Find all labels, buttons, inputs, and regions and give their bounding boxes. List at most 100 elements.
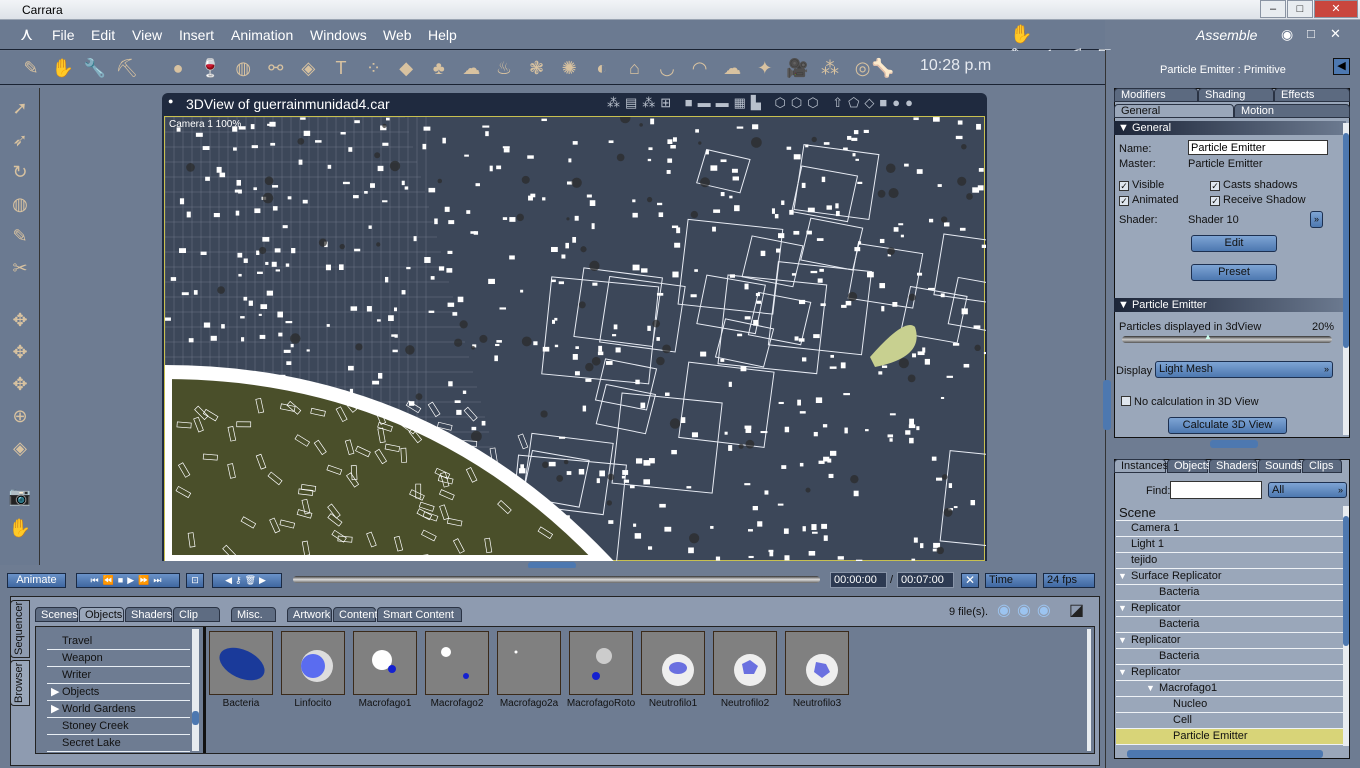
receive-shadow-checkbox[interactable]: ✓ Receive Shadow — [1210, 194, 1306, 206]
tree-item[interactable]: Nucleo — [1116, 697, 1346, 713]
pan-hand-icon[interactable]: ✋ — [6, 518, 34, 544]
tab-effects[interactable]: Effects — [1274, 88, 1350, 102]
terrain-icon[interactable]: ◆ — [393, 56, 419, 80]
grass-icon[interactable]: ✺ — [556, 56, 582, 80]
tree-item[interactable]: ▼ Replicator — [1116, 633, 1346, 649]
animate-button[interactable]: Animate — [7, 573, 66, 588]
keyframe-controls[interactable]: ◀⚷🗑▶ — [212, 573, 282, 588]
hair-icon[interactable]: ◐ — [589, 56, 615, 80]
object-thumbnail[interactable] — [641, 631, 705, 695]
group-icon[interactable]: ⁂ — [817, 56, 843, 80]
close-button[interactable]: ✕ — [1314, 0, 1358, 18]
vertex-object-icon[interactable]: 🍷 — [198, 56, 224, 80]
arrow-tool-icon[interactable]: ➚ — [6, 98, 34, 124]
tab-shaders[interactable]: Shaders — [125, 607, 172, 622]
close-icon[interactable]: ✕ — [1330, 26, 1341, 42]
time-scrubber[interactable] — [293, 576, 820, 583]
menu-view[interactable]: View — [132, 27, 162, 43]
tab-content[interactable]: Content — [333, 607, 378, 622]
name-input[interactable] — [1188, 140, 1328, 155]
atmosphere-icon[interactable]: ☁ — [719, 56, 745, 80]
edit-button[interactable]: Edit — [1191, 235, 1277, 252]
tab-general[interactable]: General — [1114, 104, 1234, 118]
library-scrollbar[interactable] — [192, 629, 199, 751]
casts-shadows-checkbox[interactable]: ✓ Casts shadows — [1210, 179, 1298, 191]
fps-select[interactable]: 24 fps — [1043, 573, 1095, 588]
object-thumbnail[interactable] — [425, 631, 489, 695]
maximize-button[interactable]: □ — [1287, 0, 1313, 18]
tab-browser[interactable]: Browser — [10, 660, 30, 706]
tree-item[interactable]: Particle Emitter — [1116, 729, 1346, 745]
text-icon[interactable]: T — [328, 56, 354, 80]
camera-icon[interactable]: 📷 — [6, 486, 34, 512]
particles-slider[interactable]: ▲ — [1122, 332, 1332, 343]
tab-shading[interactable]: Shading — [1198, 88, 1274, 102]
animated-checkbox[interactable]: ✓ Animated — [1119, 194, 1178, 206]
tab-scenes[interactable]: Scenes — [35, 607, 78, 622]
shader-brush-icon[interactable]: ✂ — [6, 258, 34, 284]
restore-icon[interactable]: □ — [1307, 26, 1315, 41]
menu-windows[interactable]: Windows — [310, 27, 367, 43]
tree-horizontal-scrollbar[interactable] — [1127, 750, 1323, 758]
tab-objects[interactable]: Objects — [1167, 459, 1211, 473]
trackball-icon[interactable]: ⊕ — [6, 406, 34, 432]
menu-file[interactable]: File — [52, 27, 75, 43]
move-yz-icon[interactable]: ✥ — [6, 374, 34, 400]
tab-clips[interactable]: Clips — [1302, 459, 1342, 473]
object-thumbnail[interactable] — [353, 631, 417, 695]
tree-item[interactable]: Bacteria — [1116, 617, 1346, 633]
time-mode-select[interactable]: Time — [985, 573, 1037, 588]
menu-insert[interactable]: Insert — [179, 27, 214, 43]
preset-button[interactable]: Preset — [1191, 264, 1277, 281]
tab-misc-[interactable]: Misc. — [231, 607, 276, 622]
current-time[interactable]: 00:00:00 — [830, 572, 887, 588]
total-time[interactable]: 00:07:00 — [897, 572, 954, 588]
landscape-icon[interactable]: ◡ — [654, 56, 680, 80]
tab-modifiers[interactable]: Modifiers — [1114, 88, 1198, 102]
object-thumbnail[interactable] — [209, 631, 273, 695]
calculate-3d-view-button[interactable]: Calculate 3D View — [1168, 417, 1287, 434]
tree-icon[interactable]: ♣ — [426, 56, 452, 80]
ocean-icon[interactable]: ◠ — [687, 56, 713, 80]
scale-icon[interactable]: ◍ — [6, 194, 34, 220]
library-item[interactable]: Weapon — [47, 650, 190, 667]
tab-clip[interactable]: Clip — [173, 607, 220, 622]
transport-controls[interactable]: ⏮⏪■▶⏩⏭ — [76, 573, 180, 588]
spline-icon[interactable]: ◈ — [295, 56, 321, 80]
library-item[interactable]: Stoney Creek — [47, 718, 190, 735]
tab-sounds[interactable]: Sounds — [1258, 459, 1302, 473]
tab-objects[interactable]: Objects — [79, 607, 124, 622]
object-thumbnail[interactable] — [785, 631, 849, 695]
move-xy-icon[interactable]: ✥ — [6, 310, 34, 336]
view-layout-icons[interactable]: ⁂▤⁂⊞ ■▬▬▦▙ ⬡⬡⬡ ⇧⬠◇■●● — [607, 95, 918, 111]
tree-item[interactable]: Light 1 — [1116, 537, 1346, 553]
tab-instances[interactable]: Instances — [1114, 459, 1168, 473]
sphere-icon[interactable]: ● — [165, 56, 191, 80]
tree-item[interactable]: ▼ Replicator — [1116, 665, 1346, 681]
tab-motion[interactable]: Motion — [1234, 104, 1350, 118]
wrench-icon[interactable]: 🔧 — [82, 56, 108, 80]
move-xz-icon[interactable]: ✥ — [6, 342, 34, 368]
collapse-panel-button[interactable]: ◀ — [1333, 58, 1350, 75]
menu-animation[interactable]: Animation — [231, 27, 293, 43]
tree-item[interactable]: tejido — [1116, 553, 1346, 569]
tree-item[interactable]: ▼ Replicator — [1116, 601, 1346, 617]
loop-icon[interactable]: ⊡ — [186, 573, 204, 588]
rotate-icon[interactable]: ↻ — [6, 162, 34, 188]
menu-web[interactable]: Web — [383, 27, 412, 43]
side-splitter-handle[interactable] — [1103, 380, 1111, 430]
time-toggle-icon[interactable]: ✕ — [961, 573, 979, 588]
camera-icon[interactable]: 🎥 — [784, 56, 810, 80]
find-input[interactable] — [1170, 481, 1262, 499]
view-mode-icons[interactable]: ◉◉◉ — [997, 600, 1057, 620]
room-label[interactable]: Assemble — [1196, 27, 1257, 43]
properties-scrollbar[interactable] — [1343, 123, 1349, 435]
metaball-icon[interactable]: ⚯ — [263, 56, 289, 80]
move-tool-icon[interactable]: ✎ — [18, 56, 44, 80]
hand-icon[interactable]: ✋ — [50, 56, 76, 80]
no-calculation-checkbox[interactable]: No calculation in 3D View — [1121, 396, 1259, 408]
globe-icon[interactable]: ◍ — [230, 56, 256, 80]
tree-item[interactable]: Bacteria — [1116, 585, 1346, 601]
tab-smart-content[interactable]: Smart Content — [377, 607, 462, 622]
cloud-icon[interactable]: ☁ — [458, 56, 484, 80]
